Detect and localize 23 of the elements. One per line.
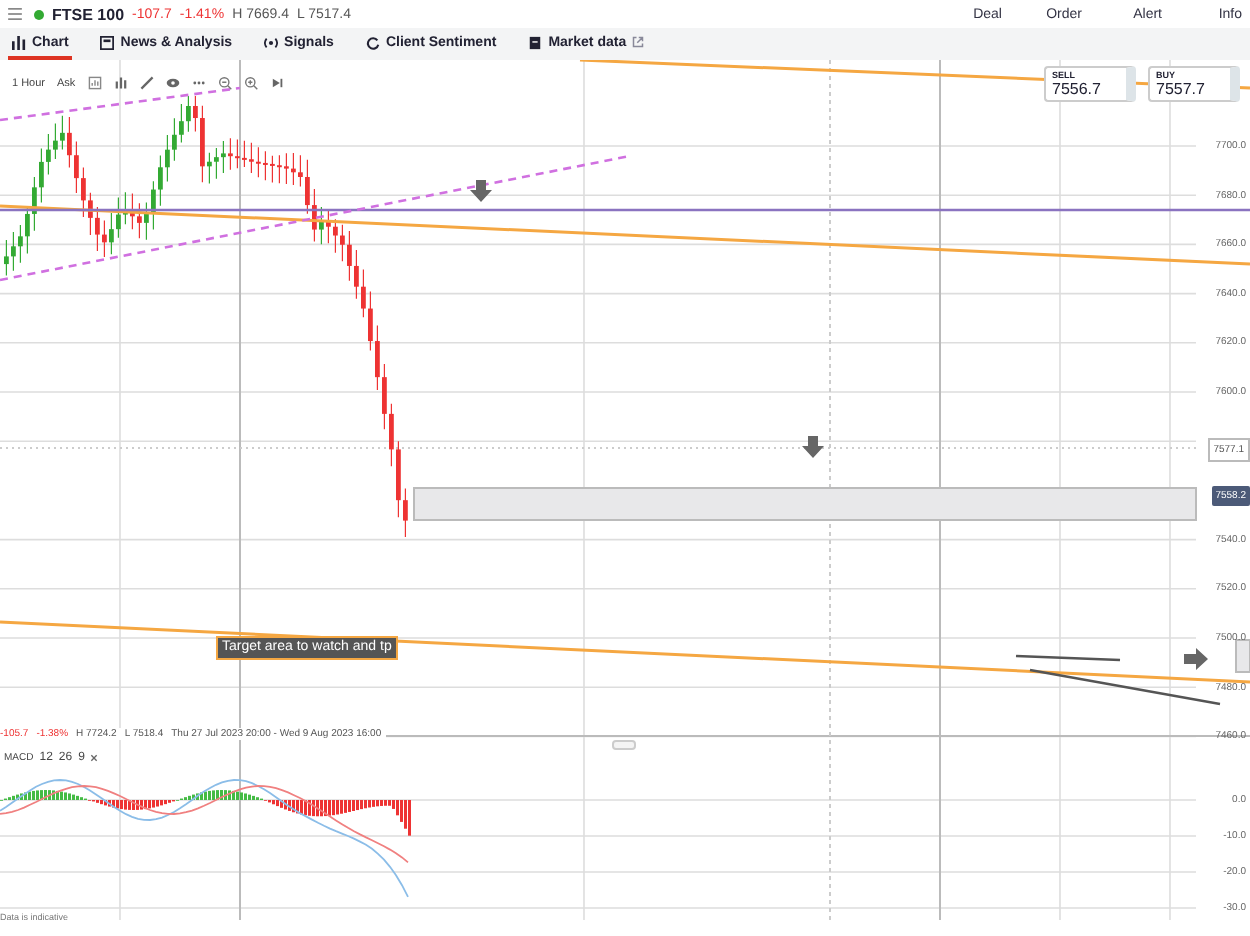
bar-chart-icon — [12, 35, 26, 49]
document-icon — [528, 35, 543, 49]
eye-icon[interactable] — [165, 76, 180, 90]
drawn-box — [1235, 639, 1250, 673]
more-icon[interactable] — [191, 76, 206, 90]
instrument-name: FTSE 100 — [52, 5, 125, 23]
arrow-down-icon — [470, 180, 492, 202]
pencil-icon[interactable] — [139, 76, 154, 90]
arrow-right-icon — [1184, 648, 1208, 670]
drawn-line — [1015, 654, 1121, 662]
newspaper-icon — [100, 35, 115, 49]
menu-icon[interactable] — [8, 8, 22, 20]
zoom-out-icon[interactable] — [217, 76, 232, 90]
panel-resize-handle[interactable] — [612, 740, 636, 750]
chart-type-icon[interactable] — [87, 76, 102, 90]
arrow-down-icon — [802, 436, 824, 458]
broadcast-icon — [264, 35, 279, 49]
market-open-dot — [34, 9, 44, 19]
skip-to-end-icon[interactable] — [269, 76, 284, 90]
refresh-icon — [365, 35, 380, 49]
bar-chart-icon[interactable] — [113, 76, 128, 90]
close-icon[interactable] — [90, 754, 99, 762]
zoom-in-icon[interactable] — [243, 76, 258, 90]
